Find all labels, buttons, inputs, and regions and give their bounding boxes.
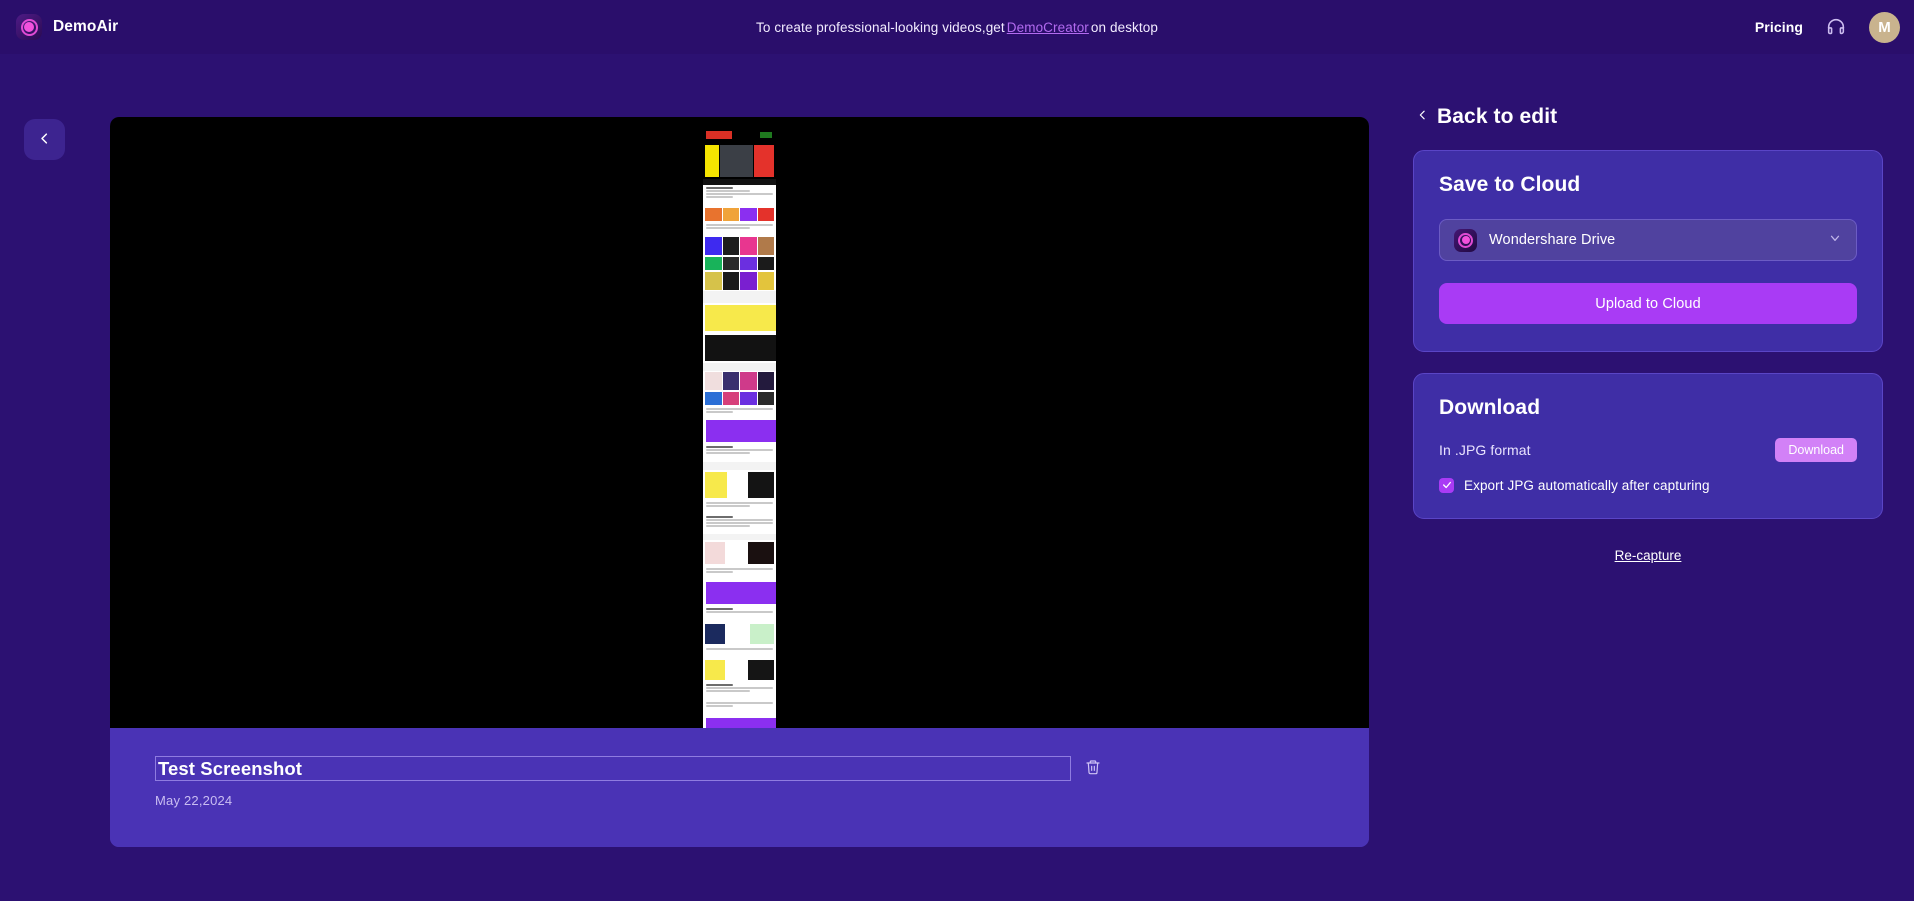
promo-banner: To create professional-looking videos,ge… [0,0,1914,54]
screenshot-caption-bar: May 22,2024 [110,728,1369,847]
chevron-left-icon [1416,105,1429,129]
brand-name: DemoAir [53,18,119,35]
delete-screenshot-button[interactable] [1083,758,1103,780]
screenshot-title-input[interactable] [155,756,1071,781]
header-actions: Pricing M [1755,0,1900,54]
back-button[interactable] [24,119,65,160]
promo-suffix: on desktop [1090,19,1158,35]
save-to-cloud-title: Save to Cloud [1439,173,1581,196]
demoair-logo-icon [16,14,42,40]
app-header: DemoAir To create professional-looking v… [0,0,1914,54]
auto-export-label: Export JPG automatically after capturing [1464,478,1710,493]
preview-stage: May 22,2024 [110,117,1369,847]
download-format-label: In .JPG format [1439,442,1531,458]
democreator-link[interactable]: DemoCreator [1007,20,1089,35]
pricing-link[interactable]: Pricing [1755,19,1803,35]
download-format-row: In .JPG format Download [1439,438,1857,462]
brand[interactable]: DemoAir [16,14,118,40]
captured-screenshot-thumbnail [703,117,776,728]
cloud-destination-value: Wondershare Drive [1489,232,1616,248]
check-icon [1442,477,1452,495]
download-button[interactable]: Download [1775,438,1857,462]
back-to-edit-button[interactable]: Back to edit [1416,105,1883,129]
trash-icon [1085,758,1101,779]
auto-export-checkbox[interactable] [1439,478,1454,493]
cloud-destination-select[interactable]: Wondershare Drive [1439,219,1857,261]
avatar[interactable]: M [1869,11,1900,43]
auto-export-row: Export JPG automatically after capturing [1439,478,1857,493]
download-card: Download In .JPG format Download Export … [1413,373,1883,519]
save-to-cloud-card: Save to Cloud Wondershare Drive Upload t… [1413,150,1883,352]
screenshot-viewer[interactable] [110,117,1369,728]
screenshot-date: May 22,2024 [155,793,233,808]
headset-icon[interactable] [1825,16,1847,38]
back-to-edit-label: Back to edit [1437,105,1558,128]
promo-prefix: To create professional-looking videos,ge… [756,19,1005,35]
download-title: Download [1439,396,1541,419]
re-capture-link[interactable]: Re-capture [1413,548,1883,563]
chevron-left-icon [37,131,52,149]
wondershare-drive-icon [1454,228,1477,252]
upload-to-cloud-button[interactable]: Upload to Cloud [1439,283,1857,324]
right-panel: Back to edit Save to Cloud Wondershare D… [1413,105,1883,563]
title-row [155,756,1345,781]
chevron-down-icon [1828,231,1842,250]
